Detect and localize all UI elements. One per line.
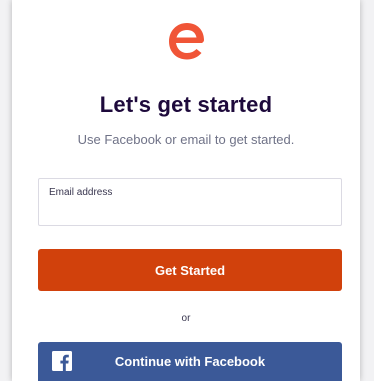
page-subtitle: Use Facebook or email to get started. [77, 132, 295, 147]
page-title: Let's get started [99, 92, 273, 117]
eventbrite-logo-icon [169, 23, 204, 60]
continue-with-facebook-button[interactable]: Continue with Facebook [38, 342, 342, 381]
or-divider: or [181, 313, 191, 324]
get-started-button[interactable]: Get Started [38, 249, 342, 291]
email-input[interactable] [49, 203, 329, 219]
email-label: Email address [49, 187, 113, 198]
signup-card: Let's get started Use Facebook or email … [12, 0, 360, 381]
email-field[interactable]: Email address [38, 178, 342, 226]
facebook-button-label: Continue with Facebook [114, 354, 266, 369]
facebook-icon [52, 351, 72, 371]
